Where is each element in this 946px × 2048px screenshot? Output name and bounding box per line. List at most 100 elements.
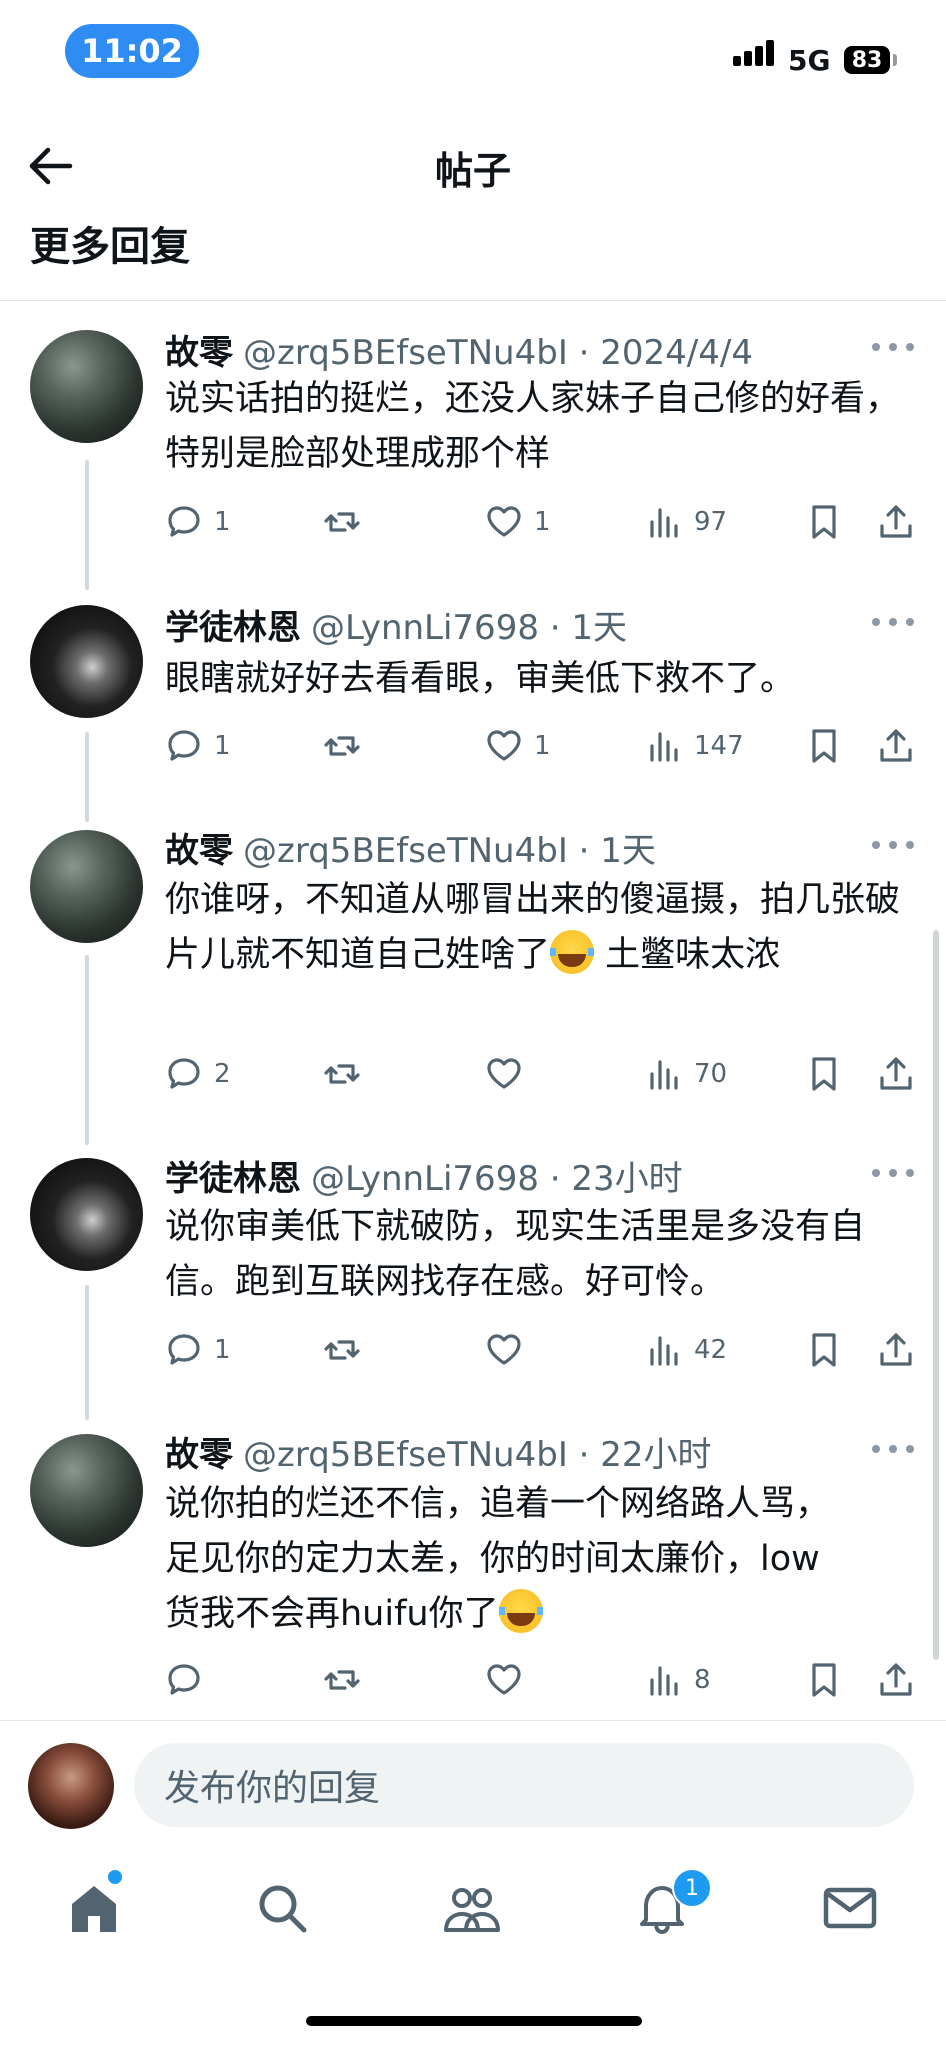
share-button[interactable] (876, 1328, 916, 1372)
retweet-icon (324, 1340, 360, 1360)
comment-author[interactable]: 故零 (165, 1427, 233, 1476)
reply-button[interactable]: 1 (164, 724, 231, 768)
reply-count: 2 (214, 1059, 231, 1089)
views-count: 42 (694, 1335, 728, 1365)
section-title: 更多回复 (30, 224, 190, 270)
battery-cap (893, 54, 897, 66)
views-count: 147 (694, 731, 744, 761)
views-button[interactable]: 97 (644, 500, 727, 544)
comment-text: 说实话拍的挺烂，还没人家妹子自己修的好看，特别是脸部处理成那个样 (165, 379, 901, 474)
retweet-button[interactable] (322, 1658, 362, 1702)
bookmark-icon (812, 1333, 836, 1367)
reply-button[interactable]: 2 (164, 1052, 231, 1096)
views-icon (650, 732, 678, 762)
bookmark-button[interactable] (804, 1658, 844, 1702)
avatar[interactable] (30, 1158, 143, 1271)
page-title: 帖子 (434, 149, 511, 193)
reply-count: 1 (214, 507, 231, 537)
share-icon (880, 1057, 912, 1090)
like-icon (487, 730, 521, 761)
retweet-button[interactable] (322, 500, 362, 544)
messages-icon[interactable] (820, 1878, 880, 1938)
home-unread-dot (106, 1868, 124, 1886)
views-button[interactable]: 70 (644, 1052, 727, 1096)
bookmark-button[interactable] (804, 500, 844, 544)
reply-icon (168, 506, 200, 537)
comment-handle[interactable]: @LynnLi7698 · 23小时 (311, 1151, 683, 1200)
comment-handle[interactable]: @zrq5BEfseTNu4bI · 1天 (243, 823, 656, 872)
retweet-button[interactable] (322, 1052, 362, 1096)
more-dots-icon[interactable] (872, 841, 914, 851)
comment-author[interactable]: 学徒林恩 (165, 600, 301, 649)
status-bar: 11:02 5G 83 (0, 0, 946, 110)
retweet-button[interactable] (322, 1328, 362, 1372)
reply-button[interactable]: 1 (164, 1328, 231, 1372)
status-time: 11:02 (65, 24, 199, 78)
comment-handle[interactable]: @LynnLi7698 · 1天 (311, 600, 627, 649)
laughing-emoji (550, 930, 595, 974)
user-avatar[interactable] (28, 1743, 114, 1829)
avatar[interactable] (30, 1434, 143, 1547)
like-button[interactable]: 1 (484, 724, 551, 768)
views-count: 70 (694, 1059, 728, 1089)
search-icon[interactable] (252, 1878, 312, 1938)
reply-count: 1 (214, 1335, 231, 1365)
avatar[interactable] (30, 830, 143, 943)
battery-indicator: 83 (844, 46, 890, 74)
comment-author[interactable]: 故零 (165, 823, 233, 872)
bookmark-button[interactable] (804, 1328, 844, 1372)
avatar[interactable] (30, 330, 143, 443)
views-button[interactable]: 42 (644, 1328, 727, 1372)
more-dots-icon[interactable] (872, 1445, 914, 1455)
bookmark-icon (812, 505, 836, 539)
views-icon (650, 508, 678, 538)
scrollbar[interactable] (933, 930, 939, 1660)
comment-author[interactable]: 故零 (165, 325, 233, 374)
share-icon (880, 729, 912, 762)
bookmark-button[interactable] (804, 724, 844, 768)
share-icon (880, 1663, 912, 1696)
more-dots-icon[interactable] (872, 343, 914, 353)
like-button[interactable] (484, 1052, 534, 1096)
comment-text: 说你审美低下就破防，现实生活里是多没有自信。跑到互联网找存在感。好可怜。 (165, 1207, 866, 1302)
communities-icon[interactable] (442, 1878, 502, 1938)
views-icon (650, 1060, 678, 1090)
comment-handle[interactable]: @zrq5BEfseTNu4bI · 22小时 (243, 1427, 712, 1476)
comment-text: 你谁呀，不知道从哪冒出来的傻逼摄，拍几张破片儿就不知道自己姓啥了 土鳖味太浓 (165, 880, 901, 975)
reply-button[interactable] (164, 1658, 214, 1702)
bookmark-button[interactable] (804, 1052, 844, 1096)
comment-text: 眼瞎就好好去看看眼，审美低下救不了。 (165, 659, 796, 699)
reply-count: 1 (214, 731, 231, 761)
share-button[interactable] (876, 724, 916, 768)
views-button[interactable]: 8 (644, 1658, 711, 1702)
action-bar: 1 1 97 (0, 500, 946, 544)
like-button[interactable]: 1 (484, 500, 551, 544)
action-bar: 1 1 147 (0, 724, 946, 768)
like-count: 1 (534, 731, 551, 761)
retweet-icon (324, 1064, 360, 1084)
reply-input[interactable]: 发布你的回复 (134, 1743, 914, 1827)
retweet-icon (324, 512, 360, 532)
views-count: 97 (694, 507, 728, 537)
like-button[interactable] (484, 1658, 534, 1702)
like-icon (487, 506, 521, 537)
retweet-button[interactable] (322, 724, 362, 768)
like-button[interactable] (484, 1328, 534, 1372)
avatar[interactable] (30, 605, 143, 718)
share-button[interactable] (876, 500, 916, 544)
tab-bar: 1 (0, 1838, 946, 1978)
bookmark-icon (812, 729, 836, 763)
share-button[interactable] (876, 1658, 916, 1702)
action-bar: 1 42 (0, 1328, 946, 1372)
home-icon[interactable] (64, 1878, 124, 1938)
views-icon (650, 1336, 678, 1366)
more-dots-icon[interactable] (872, 618, 914, 628)
action-bar: 8 (0, 1658, 946, 1702)
reply-button[interactable]: 1 (164, 500, 231, 544)
comment-author[interactable]: 学徒林恩 (165, 1151, 301, 1200)
views-button[interactable]: 147 (644, 724, 744, 768)
reply-icon (168, 1664, 200, 1695)
comment-handle[interactable]: @zrq5BEfseTNu4bI · 2024/4/4 (243, 333, 753, 373)
more-dots-icon[interactable] (872, 1169, 914, 1179)
share-button[interactable] (876, 1052, 916, 1096)
